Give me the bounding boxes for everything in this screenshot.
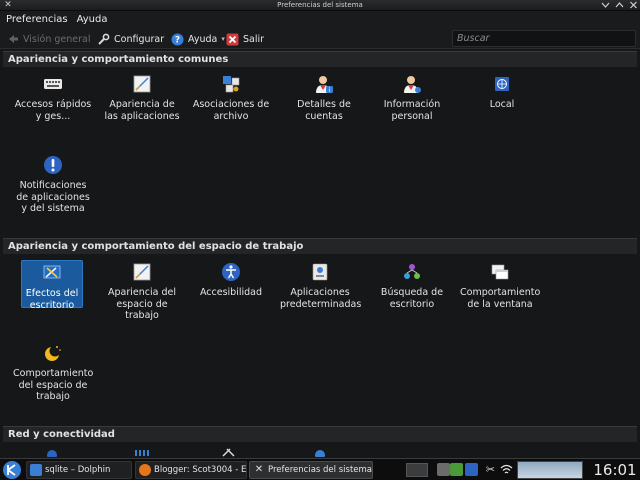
settings-item-window-behavior[interactable]: Comportamiento de la ventana — [460, 260, 540, 310]
network-item-partial — [314, 447, 326, 457]
menu-ayuda[interactable]: Ayuda — [77, 11, 108, 28]
settings-item-label: Detalles de cuentas — [297, 99, 351, 122]
wifi-icon[interactable] — [500, 463, 513, 476]
chevron-down-icon: ▾ — [221, 35, 225, 43]
section-header-network: Red y conectividad — [3, 426, 637, 442]
settings-item-workspace-appearance[interactable]: Apariencia del espacio de trabajo — [102, 260, 182, 322]
search-input[interactable]: Buscar — [452, 30, 636, 47]
quit-icon — [226, 33, 239, 46]
settings-item-notifications[interactable]: Notificaciones de aplicaciones y del sis… — [13, 153, 93, 215]
settings-item-label: Apariencia de las aplicaciones — [104, 99, 180, 122]
tray-icon[interactable] — [437, 463, 450, 476]
svg-text:?: ? — [175, 35, 180, 45]
taskbar: sqlite – Dolphin Blogger: Scot3004 - Edi… — [0, 458, 640, 480]
taskbar-task-system-settings[interactable]: ✕ Preferencias del sistema — [249, 461, 373, 479]
task-label: Preferencias del sistema — [268, 465, 372, 475]
minimize-button[interactable] — [601, 0, 610, 10]
settings-item-shortcuts[interactable]: Accesos rápidos y ges... — [13, 72, 93, 122]
help-button[interactable]: ? Ayuda ▾ — [171, 31, 225, 47]
task-label: sqlite – Dolphin — [45, 465, 111, 475]
personal-info-icon — [404, 76, 421, 93]
settings-item-label: Accesibilidad — [199, 287, 263, 298]
tray-icon[interactable] — [465, 463, 478, 476]
window-behavior-icon — [491, 264, 509, 280]
settings-item-label: Efectos del escritorio — [25, 288, 79, 311]
settings-item-label: Búsqueda de escritorio — [380, 287, 444, 310]
taskbar-task-firefox[interactable]: Blogger: Scot3004 - Edit — [135, 461, 247, 479]
globe-flag-icon — [495, 77, 509, 91]
settings-item-workspace-behavior[interactable]: Comportamiento del espacio de trabajo — [13, 341, 93, 403]
settings-item-desktop-effects[interactable]: Efectos del escritorio — [21, 260, 83, 311]
notification-icon — [44, 156, 62, 174]
section-header-workspace: Apariencia y comportamiento del espacio … — [3, 238, 637, 254]
settings-content: Apariencia y comportamiento comunes Acce… — [3, 50, 637, 457]
default-apps-icon — [312, 263, 328, 281]
network-item-partial — [221, 447, 237, 457]
system-settings-icon: ✕ — [254, 464, 264, 475]
arrow-left-icon — [6, 33, 19, 46]
window-titlebar[interactable]: ✕ Preferencias del sistema — [0, 0, 640, 11]
workspace-appearance-icon — [133, 263, 151, 281]
wrench-icon — [97, 33, 110, 46]
settings-item-label: Información personal — [383, 99, 441, 122]
settings-item-label: Comportamiento de la ventana — [460, 287, 541, 310]
clock[interactable]: 16:01 — [592, 460, 638, 480]
settings-item-label: Notificaciones de aplicaciones y del sis… — [16, 180, 90, 214]
file-associations-icon — [223, 76, 240, 93]
window-title: Preferencias del sistema — [277, 1, 363, 9]
menu-preferencias[interactable]: Preferencias — [6, 11, 68, 28]
settings-item-accessibility[interactable]: Accesibilidad — [191, 260, 271, 299]
configure-label: Configurar — [114, 33, 165, 45]
settings-item-personal-info[interactable]: Información personal — [372, 72, 452, 122]
maximize-button[interactable] — [615, 0, 624, 10]
settings-item-file-associations[interactable]: Asociaciones de archivo — [191, 72, 271, 122]
menubar: Preferencias Ayuda — [0, 11, 640, 28]
settings-item-app-appearance[interactable]: Apariencia de las aplicaciones — [102, 72, 182, 122]
accessibility-icon — [222, 263, 240, 281]
help-label: Ayuda — [188, 33, 218, 45]
network-item-partial — [46, 447, 58, 457]
kde-launcher-icon — [3, 461, 21, 479]
overview-button[interactable]: Visión general — [6, 31, 90, 47]
close-button[interactable] — [629, 0, 638, 10]
settings-item-label: Asociaciones de archivo — [192, 99, 270, 122]
user-account-icon: i — [316, 76, 333, 94]
tray-icon[interactable] — [450, 463, 463, 476]
overview-label: Visión general — [23, 33, 91, 45]
quit-button[interactable]: Salir — [226, 31, 264, 47]
quit-label: Salir — [243, 33, 265, 45]
desktop-effects-icon — [43, 265, 61, 279]
pager[interactable] — [406, 463, 428, 477]
settings-item-default-apps[interactable]: Aplicaciones predeterminadas — [280, 260, 362, 310]
settings-item-label: Accesos rápidos y ges... — [14, 99, 92, 122]
help-icon: ? — [171, 33, 184, 46]
desktop-search-icon — [404, 264, 420, 279]
section-header-common: Apariencia y comportamiento comunes — [3, 51, 637, 67]
settings-item-label: Local — [489, 99, 515, 110]
scissors-icon[interactable]: ✂ — [484, 463, 497, 476]
keyboard-icon — [44, 79, 62, 89]
workspace-behavior-icon — [45, 345, 61, 361]
dolphin-icon — [30, 464, 42, 476]
app-launcher-button[interactable] — [2, 460, 22, 480]
network-item-partial — [134, 447, 150, 457]
settings-item-label: Aplicaciones predeterminadas — [280, 287, 362, 310]
settings-item-locale[interactable]: Local — [462, 72, 542, 111]
taskbar-task-dolphin[interactable]: sqlite – Dolphin — [26, 461, 132, 479]
settings-item-label: Comportamiento del espacio de trabajo — [13, 368, 94, 402]
firefox-icon — [139, 464, 151, 476]
configure-button[interactable]: Configurar — [97, 31, 164, 47]
settings-item-account-details[interactable]: i Detalles de cuentas — [284, 72, 364, 122]
task-label: Blogger: Scot3004 - Edit — [154, 465, 247, 475]
settings-item-label: Apariencia del espacio de trabajo — [108, 287, 176, 321]
desktop-preview[interactable] — [517, 461, 583, 479]
appearance-icon — [133, 75, 151, 93]
settings-item-desktop-search[interactable]: Búsqueda de escritorio — [372, 260, 452, 310]
